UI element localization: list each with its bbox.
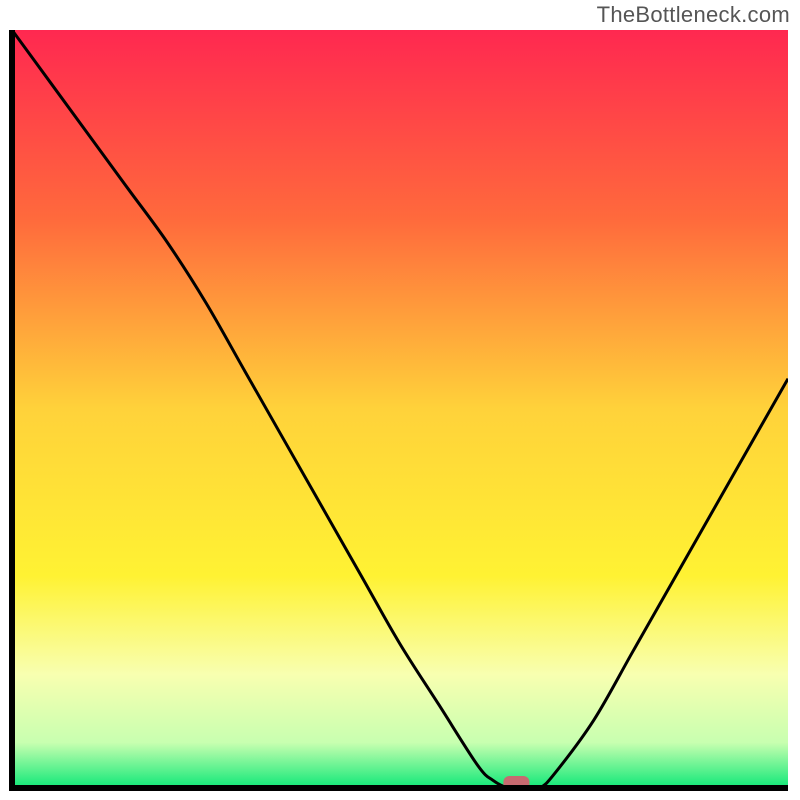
watermark-text: TheBottleneck.com (597, 2, 790, 28)
plot-background (12, 30, 788, 788)
plot-svg (0, 0, 800, 800)
bottleneck-chart: TheBottleneck.com (0, 0, 800, 800)
